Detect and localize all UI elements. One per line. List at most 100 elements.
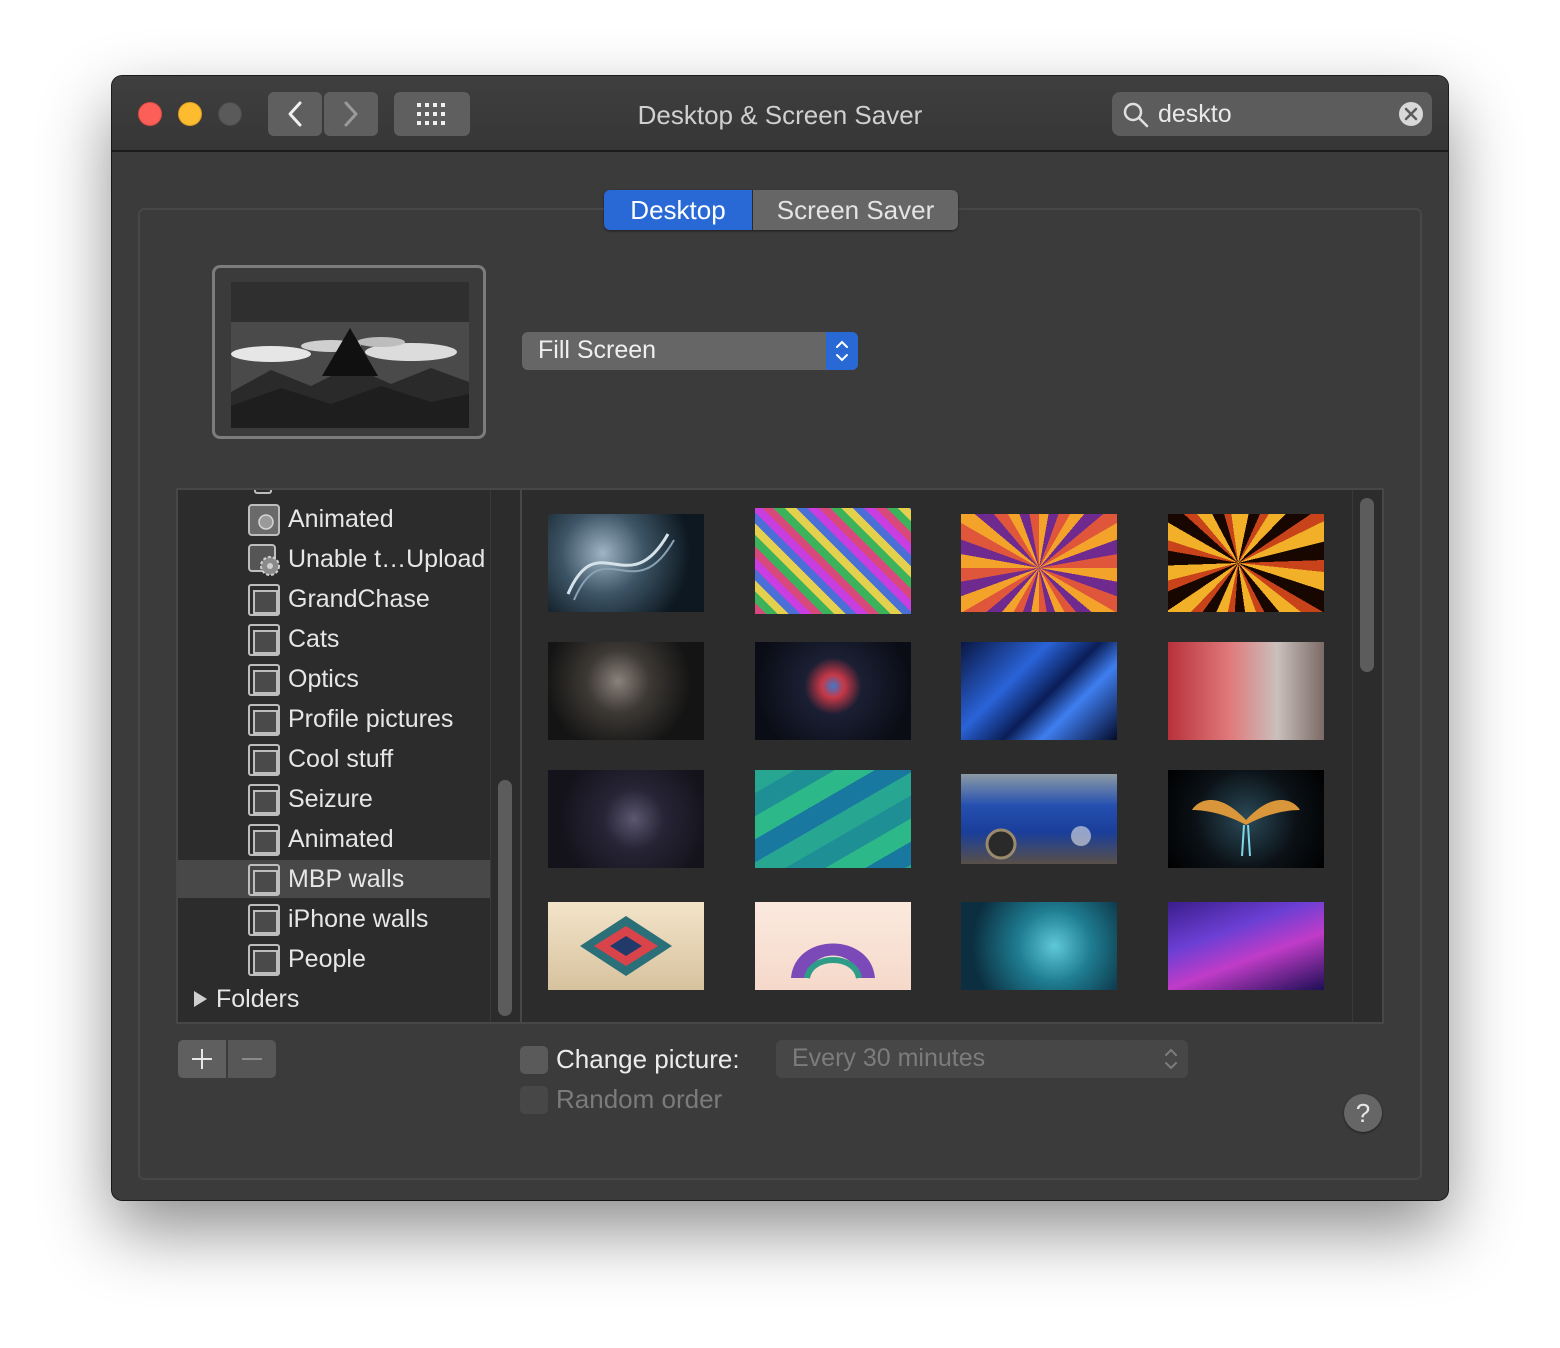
wallpaper-thumbnail[interactable] [961, 902, 1117, 990]
wallpaper-thumbnails [522, 490, 1352, 1022]
add-folder-button[interactable] [178, 1040, 226, 1078]
wallpaper-thumbnail[interactable] [1168, 642, 1324, 740]
album-icon [248, 664, 280, 696]
search-icon [1123, 102, 1149, 128]
wallpaper-thumbnail[interactable] [548, 902, 704, 990]
show-all-button[interactable] [394, 92, 470, 136]
album-icon [248, 744, 280, 776]
sidebar-item-animated-2[interactable]: Animated [178, 820, 490, 858]
clear-search-icon[interactable] [1398, 101, 1424, 127]
sidebar-item-label: GrandChase [288, 585, 430, 613]
change-picture-label: Change picture: [556, 1044, 740, 1074]
sidebar-item-label: Seizure [288, 785, 373, 813]
toolbar: Desktop & Screen Saver [112, 76, 1448, 152]
random-order-checkbox[interactable] [520, 1086, 548, 1114]
album-icon [248, 864, 280, 896]
navigation-buttons [268, 92, 378, 136]
smart-album-icon [248, 504, 280, 536]
sidebar-item-label: Unable t…Upload [288, 545, 486, 573]
plus-icon [192, 1049, 212, 1069]
album-icon [248, 584, 280, 616]
wallpaper-thumbnail[interactable] [548, 514, 704, 612]
sidebar-item-animated[interactable]: Animated [178, 500, 490, 538]
wallpaper-thumbnail[interactable] [755, 508, 911, 614]
album-icon [248, 904, 280, 936]
random-order-label: Random order [556, 1084, 723, 1114]
sidebar-item-unable-to-upload[interactable]: Unable t…Upload [178, 540, 490, 578]
wallpaper-thumbnail[interactable] [548, 642, 704, 740]
zoom-button[interactable] [218, 102, 242, 126]
sidebar-item-people[interactable]: People [178, 940, 490, 978]
wallpaper-thumbnail[interactable] [1168, 902, 1324, 990]
album-icon [248, 824, 280, 856]
source-list-scrollbar[interactable] [490, 490, 520, 1022]
sidebar-item-label: People [288, 945, 366, 973]
scaling-select-label: Fill Screen [538, 336, 657, 364]
sidebar-item-label: Profile pictures [288, 705, 454, 733]
sidebar-item-mbp-walls[interactable]: MBP walls [178, 860, 490, 898]
wallpaper-thumbnail[interactable] [961, 514, 1117, 612]
sidebar-item-label: Folders [216, 985, 300, 1013]
wallpaper-thumbnail[interactable] [755, 770, 911, 868]
help-button[interactable]: ? [1344, 1094, 1382, 1132]
sidebar-item-cool-stuff[interactable]: Cool stuff [178, 740, 490, 778]
album-icon [248, 704, 280, 736]
wallpaper-thumbnail[interactable] [755, 902, 911, 990]
sidebar-item-folders[interactable]: Folders [178, 980, 490, 1018]
scaling-select[interactable]: Fill Screen [522, 332, 858, 370]
sidebar-item-profile-pictures[interactable]: Profile pictures [178, 700, 490, 738]
smart-album-gear-icon [248, 544, 280, 576]
grid-icon [417, 103, 445, 125]
chevron-left-icon [288, 101, 302, 127]
remove-folder-button[interactable] [228, 1040, 276, 1078]
minus-icon [242, 1058, 262, 1060]
search-field[interactable] [1112, 92, 1432, 136]
wallpaper-thumbnail[interactable] [961, 774, 1117, 864]
wallpaper-thumbnail[interactable] [755, 642, 911, 740]
select-arrows-icon [826, 332, 858, 370]
back-button[interactable] [268, 92, 322, 136]
sidebar-item-grandchase[interactable]: GrandChase [178, 580, 490, 618]
tab-desktop[interactable]: Desktop [604, 190, 752, 230]
source-list[interactable]: Animated Unable t…Upload GrandChase Cats [176, 488, 520, 1024]
search-input[interactable] [1158, 98, 1388, 130]
chevron-right-icon [344, 101, 358, 127]
sidebar-item-label: Cats [288, 625, 340, 653]
wallpaper-grid [520, 488, 1384, 1024]
minimize-button[interactable] [178, 102, 202, 126]
album-icon [248, 944, 280, 976]
sidebar-item-label: Cool stuff [288, 745, 394, 773]
tab-screen-saver[interactable]: Screen Saver [752, 190, 958, 230]
album-icon [248, 624, 280, 656]
wallpaper-preview-image [231, 282, 469, 428]
sidebar-item-label: Animated [288, 825, 394, 853]
preferences-window: Desktop & Screen Saver Desktop Screen Sa… [112, 76, 1448, 1200]
grid-scrollbar[interactable] [1352, 490, 1382, 1022]
interval-select-label: Every 30 minutes [792, 1044, 986, 1072]
sidebar-item-optics[interactable]: Optics [178, 660, 490, 698]
sidebar-item-seizure[interactable]: Seizure [178, 780, 490, 818]
sidebar-item-label: MBP walls [288, 865, 405, 893]
sidebar-item-label: Optics [288, 665, 359, 693]
add-remove-buttons [178, 1040, 276, 1078]
scrollbar-thumb[interactable] [498, 780, 512, 1016]
select-arrows-icon [1165, 1048, 1177, 1070]
change-picture-checkbox[interactable] [520, 1046, 548, 1074]
disclosure-triangle-icon[interactable] [194, 991, 207, 1007]
wallpaper-thumbnail[interactable] [548, 770, 704, 868]
album-icon [248, 784, 280, 816]
sidebar-item-label: iPhone walls [288, 905, 429, 933]
wallpaper-thumbnail[interactable] [1168, 514, 1324, 612]
wallpaper-thumbnail[interactable] [961, 642, 1117, 740]
scrollbar-thumb[interactable] [1360, 498, 1374, 672]
sidebar-item-cats[interactable]: Cats [178, 620, 490, 658]
forward-button[interactable] [324, 92, 378, 136]
sidebar-item-label: Animated [288, 505, 394, 533]
close-button[interactable] [138, 102, 162, 126]
sidebar-item-iphone-walls[interactable]: iPhone walls [178, 900, 490, 938]
segmented-tabs: Desktop Screen Saver [604, 190, 958, 230]
current-wallpaper-preview [212, 265, 486, 439]
wallpaper-thumbnail[interactable] [1168, 770, 1324, 868]
partial-row-icon [254, 490, 272, 494]
interval-select[interactable]: Every 30 minutes [776, 1040, 1188, 1078]
